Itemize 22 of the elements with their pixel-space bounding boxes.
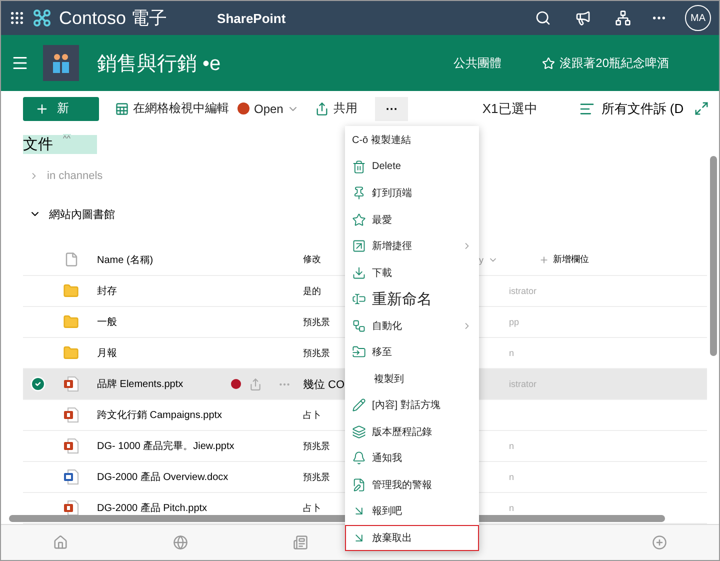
table-cell: n [509, 472, 514, 482]
group-label: 公共團體 [454, 54, 502, 72]
modified-cell-text: 幾位 CO [303, 378, 345, 392]
table-cell: n [509, 348, 514, 358]
brand-name: Contoso 電子 [59, 7, 168, 30]
table-cell: istrator [509, 379, 537, 389]
app-name: SharePoint [217, 10, 287, 26]
modified-cell: 占卜 [303, 408, 321, 422]
modified-cell: 預兆景 [303, 470, 330, 484]
selection-count: X1已選中 [482, 100, 538, 118]
modified-cell: 預兆景 [303, 440, 330, 452]
section-title: 網站內圖書館 [49, 208, 115, 222]
site-title: 銷售與行銷 •e [97, 52, 222, 76]
modified-cell: 占卜 [303, 502, 321, 514]
table-cell: n [509, 503, 514, 513]
channels-label: in channels [47, 170, 103, 182]
table-cell: istrator [509, 286, 537, 296]
modified-cell: 是的 [303, 284, 321, 298]
table-cell: n [509, 441, 514, 451]
table-cell: pp [509, 317, 520, 327]
modified-cell: 預兆景 [303, 346, 330, 360]
modified-cell: 預兆景 [303, 316, 330, 328]
